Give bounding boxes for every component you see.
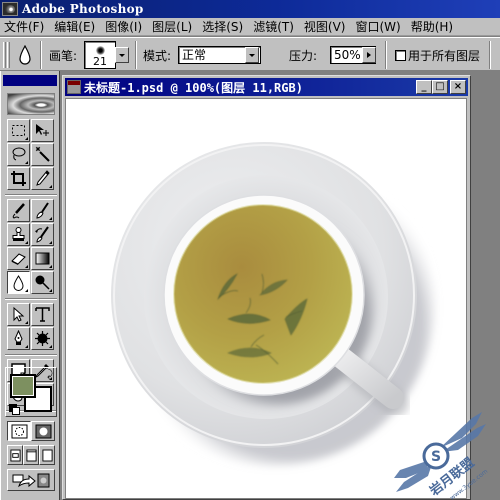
- full-screen-menu-mode-button[interactable]: [23, 445, 39, 465]
- minimize-button[interactable]: _: [416, 80, 432, 94]
- photoshop-eye-icon: [2, 2, 18, 16]
- menu-filter[interactable]: 滤镜(T): [253, 18, 294, 35]
- blur-tool[interactable]: [7, 271, 30, 294]
- menubar: 文件(F) 编辑(E) 图像(I) 图层(L) 选择(S) 滤镜(T) 视图(V…: [0, 18, 500, 36]
- mode-label: 模式:: [143, 49, 172, 63]
- move-icon: [36, 124, 49, 136]
- menu-view[interactable]: 视图(V): [304, 18, 346, 35]
- crop-icon: [11, 171, 26, 186]
- photoshop-eye-logo[interactable]: [7, 93, 55, 115]
- app-title-bar: Adobe Photoshop: [0, 0, 500, 18]
- jump-to-imageready-icon: [12, 473, 50, 487]
- use-all-layers-checkbox[interactable]: [395, 50, 406, 61]
- close-button[interactable]: ×: [450, 80, 466, 94]
- magic-wand-tool[interactable]: [31, 143, 54, 166]
- watermark-logo: S 岩月联盟 www.3yue.com: [392, 408, 492, 500]
- quick-mask-mode-button[interactable]: [31, 421, 55, 441]
- options-grip-2[interactable]: [7, 42, 10, 68]
- brush-preview[interactable]: 21: [84, 41, 116, 69]
- mode-value: 正常: [182, 48, 207, 62]
- brush-dropdown-button[interactable]: [115, 47, 129, 63]
- healing-brush-icon: [12, 203, 25, 219]
- gradient-tool[interactable]: [31, 247, 54, 270]
- standard-mode-button[interactable]: [7, 421, 31, 441]
- menu-window[interactable]: 窗口(W): [355, 18, 400, 35]
- app-title: Adobe Photoshop: [22, 2, 144, 16]
- standard-screen-mode-button[interactable]: [7, 445, 23, 465]
- slice-tool[interactable]: [31, 167, 54, 190]
- eraser-tool[interactable]: [7, 247, 30, 270]
- brush-tool[interactable]: [31, 199, 54, 222]
- document-title-bar[interactable]: 未标题-1.psd @ 100%(图层 11,RGB) _ □ ×: [65, 78, 468, 96]
- clone-stamp-tool[interactable]: [7, 223, 30, 246]
- lasso-tool[interactable]: [7, 143, 30, 166]
- marquee-tool[interactable]: [7, 119, 30, 142]
- quick-mask-icon: [35, 424, 51, 438]
- toolbox-title-bar[interactable]: [3, 75, 57, 86]
- swap-colors-icon[interactable]: ⤸: [47, 370, 53, 380]
- use-all-layers-label: 用于所有图层: [408, 49, 481, 63]
- options-grip[interactable]: [3, 42, 6, 68]
- color-swatch-panel: ⤸: [5, 367, 57, 417]
- options-separator: [385, 41, 387, 69]
- pressure-value: 50%: [334, 48, 361, 62]
- brush-tip-icon: [96, 46, 105, 55]
- custom-shape-tool[interactable]: [31, 327, 54, 350]
- type-tool[interactable]: [31, 303, 54, 326]
- document-title: 未标题-1.psd @ 100%(图层 11,RGB): [84, 80, 303, 95]
- pressure-slider-button[interactable]: [362, 47, 376, 63]
- tool-options-bar: 画笔: 21 模式: 正常 压力: 50% 用于所有图层: [0, 37, 500, 71]
- mode-dropdown-button[interactable]: [245, 47, 259, 63]
- pressure-label: 压力:: [289, 49, 318, 63]
- menu-help[interactable]: 帮助(H): [411, 18, 453, 35]
- full-screen-mode-button[interactable]: [39, 445, 55, 465]
- menu-select[interactable]: 选择(S): [202, 18, 243, 35]
- history-brush-tool[interactable]: [31, 223, 54, 246]
- options-separator: [135, 41, 137, 69]
- move-tool[interactable]: [31, 119, 54, 142]
- full-screen-menu-icon: [25, 449, 37, 461]
- magic-wand-icon: [35, 146, 50, 162]
- toolbox: ⤸: [0, 71, 60, 500]
- default-colors-icon[interactable]: [9, 404, 20, 415]
- menu-edit[interactable]: 编辑(E): [54, 18, 95, 35]
- options-separator: [489, 41, 491, 69]
- standard-mode-icon: [11, 424, 27, 438]
- brush-label: 画笔:: [49, 49, 78, 63]
- type-icon: [35, 307, 50, 322]
- menu-image[interactable]: 图像(I): [105, 18, 142, 35]
- healing-brush-tool[interactable]: [7, 199, 30, 222]
- crop-tool[interactable]: [7, 167, 30, 190]
- path-selection-tool[interactable]: [7, 303, 30, 326]
- toolbox-separator: [5, 354, 57, 356]
- jump-to-imageready-button[interactable]: [7, 469, 55, 491]
- pen-tool[interactable]: [7, 327, 30, 350]
- foreground-color-swatch[interactable]: [10, 374, 36, 398]
- winged-s-logo-icon: S 岩月联盟 www.3yue.com: [394, 412, 489, 500]
- toolbox-separator: [5, 194, 57, 196]
- watermark-letter: S: [431, 449, 441, 465]
- full-screen-icon: [41, 449, 53, 461]
- standard-screen-icon: [9, 449, 21, 461]
- dodge-tool[interactable]: [31, 271, 54, 294]
- toolbox-separator: [5, 298, 57, 300]
- options-separator: [40, 41, 42, 69]
- maximize-button[interactable]: □: [432, 80, 448, 94]
- document-icon: [67, 80, 81, 94]
- blur-drop-icon[interactable]: [19, 44, 31, 68]
- brush-size: 21: [93, 55, 107, 68]
- menu-file[interactable]: 文件(F): [4, 18, 44, 35]
- menu-layer[interactable]: 图层(L): [152, 18, 192, 35]
